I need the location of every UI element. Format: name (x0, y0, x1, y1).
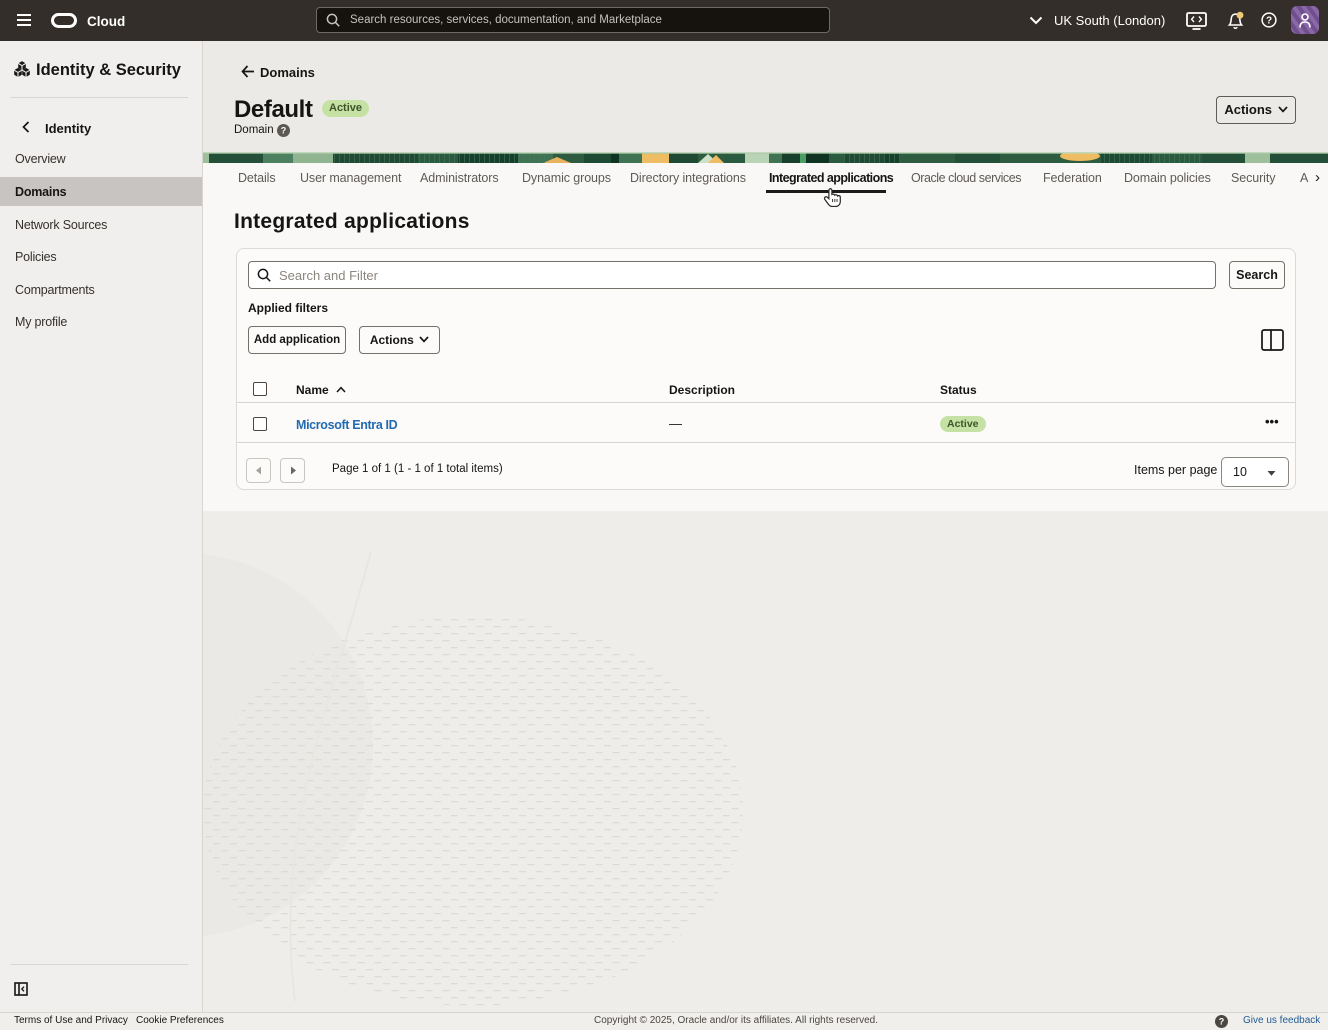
svg-text:?: ? (281, 126, 287, 136)
svg-text:?: ? (1219, 1017, 1225, 1027)
svg-text:?: ? (1266, 16, 1272, 27)
